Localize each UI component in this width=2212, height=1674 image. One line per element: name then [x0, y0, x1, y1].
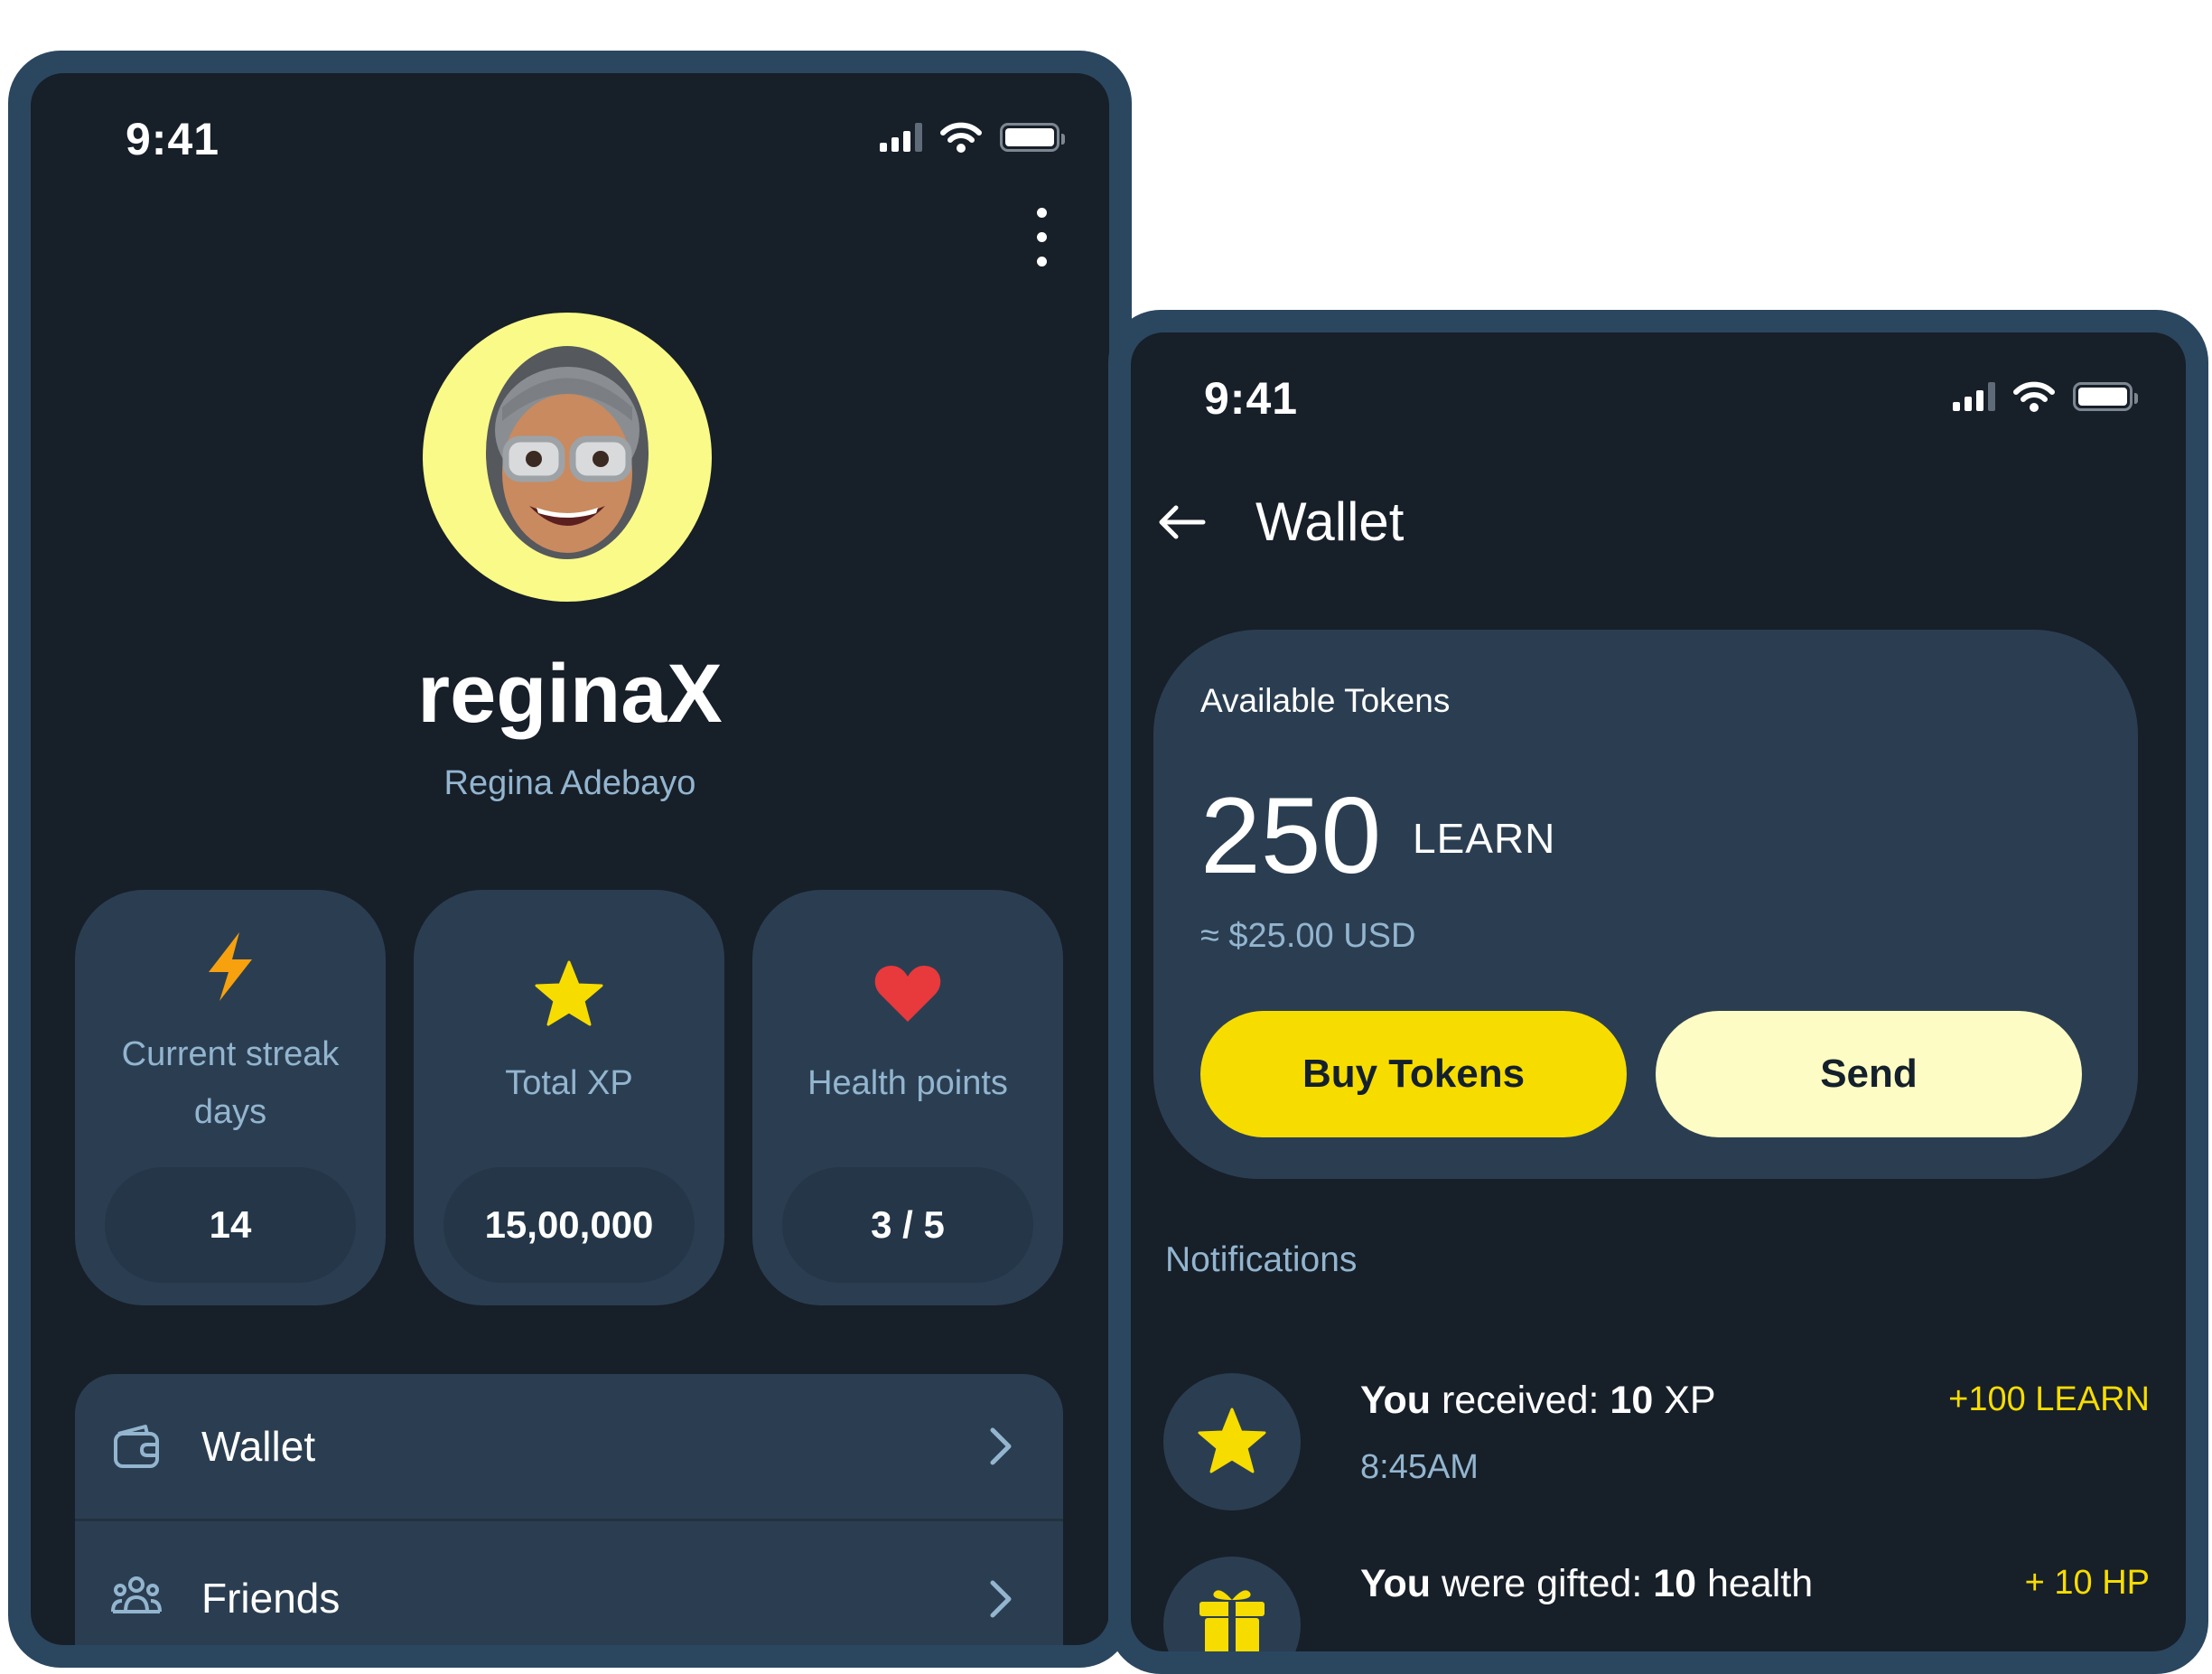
stat-label: Current streak [121, 1035, 340, 1073]
more-options-icon[interactable] [1032, 208, 1050, 281]
token-unit: LEARN [1413, 815, 1556, 862]
notification-badge [1163, 1373, 1301, 1510]
stat-card-xp: Total XP 15,00,000 [414, 890, 724, 1305]
chevron-right-icon [990, 1580, 1012, 1618]
menu-item-label: Friends [201, 1575, 341, 1622]
wifi-icon [940, 122, 982, 153]
star-icon [535, 960, 603, 1026]
gift-icon [1199, 1590, 1265, 1651]
page-title: Wallet [1255, 491, 1405, 552]
chevron-right-icon [990, 1427, 1012, 1465]
profile-menu: Wallet Friends [75, 1374, 1063, 1645]
battery-icon [1000, 123, 1065, 152]
battery-icon [2073, 382, 2138, 411]
notification-time: 8:45AM [1360, 1448, 1479, 1486]
wifi-icon [2013, 381, 2055, 412]
friends-icon [111, 1576, 162, 1613]
menu-item-label: Wallet [201, 1423, 316, 1470]
buy-tokens-button[interactable]: Buy Tokens [1200, 1011, 1627, 1137]
stat-label: days [193, 1093, 267, 1131]
stat-label: Health points [807, 1064, 1008, 1102]
token-balance-card: Available Tokens 250 LEARN ≈ $25.00 USD … [1153, 630, 2138, 1179]
status-icons [1953, 381, 2138, 412]
lightning-icon [209, 932, 252, 1001]
stat-card-health: Health points 3 / 5 [752, 890, 1063, 1305]
signal-icon [880, 123, 922, 152]
menu-item-wallet[interactable]: Wallet [75, 1374, 1063, 1519]
token-amount: 250 [1200, 775, 1382, 896]
menu-item-friends[interactable]: Friends [75, 1521, 1063, 1645]
notification-reward: + 10 HP [2024, 1564, 2150, 1602]
signal-icon [1953, 382, 1995, 411]
heart-icon [874, 966, 941, 1022]
usd-equivalent: ≈ $25.00 USD [1200, 917, 1416, 955]
avatar [423, 313, 712, 602]
wallet-icon [114, 1425, 159, 1468]
status-time: 9:41 [1204, 373, 1299, 424]
wallet-phone-frame: 9:41 Wallet Available Tokens 250 LEARN ≈… [1108, 310, 2208, 1674]
status-icons [880, 122, 1065, 153]
notifications-heading: Notifications [1165, 1240, 1358, 1279]
notification-message: You were gifted: 10 health [1360, 1562, 1814, 1605]
stat-value: 3 / 5 [782, 1167, 1033, 1283]
send-button[interactable]: Send [1656, 1011, 2082, 1137]
stat-card-streak: Current streak days 14 [75, 890, 386, 1305]
stat-label: Total XP [505, 1064, 633, 1102]
notification-badge [1163, 1557, 1301, 1651]
stat-value: 14 [105, 1167, 356, 1283]
full-name: Regina Adebayo [443, 764, 696, 802]
notification-reward: +100 LEARN [1948, 1380, 2150, 1418]
username: reginaX [417, 648, 723, 740]
wallet-screen: 9:41 Wallet Available Tokens 250 LEARN ≈… [1131, 332, 2186, 1651]
profile-screen: 9:41 reginaX Regina Adebayo Current stre… [31, 73, 1109, 1645]
card-heading: Available Tokens [1200, 682, 1451, 719]
notification-message: You received: 10 XP [1360, 1379, 1716, 1422]
status-time: 9:41 [126, 114, 220, 164]
profile-phone-frame: 9:41 reginaX Regina Adebayo Current stre… [8, 51, 1132, 1668]
star-icon [1198, 1407, 1266, 1473]
stat-value: 15,00,000 [443, 1167, 695, 1283]
back-arrow-icon[interactable] [1156, 504, 1207, 540]
avatar-memoji-icon [486, 346, 649, 559]
